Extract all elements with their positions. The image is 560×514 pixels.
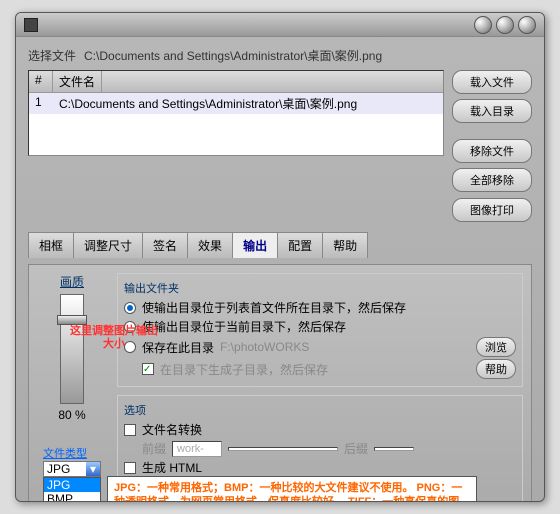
path-value: C:\Documents and Settings\Administrator\… [84, 47, 382, 64]
file-list-header: # 文件名 [29, 71, 443, 93]
content: 选择文件 C:\Documents and Settings\Administr… [16, 37, 544, 501]
side-buttons: 载入文件 载入目录 移除文件 全部移除 [452, 70, 532, 192]
filetype-dropdown[interactable]: JPG BMP PNG TIFF [43, 477, 101, 501]
file-area: # 文件名 1 C:\Documents and Settings\Admini… [28, 70, 532, 192]
quality-label: 画质 [60, 273, 84, 290]
file-name: C:\Documents and Settings\Administrator\… [59, 95, 357, 112]
file-list[interactable]: # 文件名 1 C:\Documents and Settings\Admini… [28, 70, 444, 156]
tab-frame[interactable]: 相框 [28, 232, 74, 258]
tabs: 相框 调整尺寸 签名 效果 输出 配置 帮助 [28, 232, 532, 258]
prefix-input[interactable]: work- [172, 441, 222, 457]
titlebar [16, 13, 544, 37]
remove-all-button[interactable]: 全部移除 [452, 168, 532, 192]
opt-jpg[interactable]: JPG [44, 478, 100, 492]
filetype-label: 文件类型 [43, 445, 103, 461]
tab-help[interactable]: 帮助 [322, 232, 368, 258]
chk-subdir[interactable] [142, 363, 154, 375]
radio-listdir[interactable] [124, 302, 136, 314]
quality-percent: 80 % [58, 408, 85, 422]
main-column: 输出文件夹 使输出目录位于列表首文件所在目录下，然后保存 使输出目录位于当前目录… [117, 273, 523, 501]
suffix-input[interactable] [374, 447, 414, 451]
chk-html[interactable] [124, 462, 136, 474]
print-row: 图像打印 [28, 198, 532, 222]
tab-resize[interactable]: 调整尺寸 [73, 232, 143, 258]
quality-note: 这里调整图片输出大小 [69, 325, 159, 351]
maximize-button[interactable] [496, 16, 514, 34]
image-print-button[interactable]: 图像打印 [452, 198, 532, 222]
output-folder-title: 输出文件夹 [124, 280, 516, 296]
file-row[interactable]: 1 C:\Documents and Settings\Administrato… [29, 93, 443, 114]
app-window: 选择文件 C:\Documents and Settings\Administr… [15, 12, 545, 502]
path-row: 选择文件 C:\Documents and Settings\Administr… [28, 47, 532, 64]
col-name[interactable]: 文件名 [53, 71, 102, 92]
options-title: 选项 [124, 402, 516, 418]
filetype-select[interactable]: JPG▾ [43, 461, 101, 477]
custom-path: F:\photoWORKS [220, 340, 309, 354]
quality-column: 画质 这里调整图片输出大小 80 % 文件类型 JPG▾ JPG BMP PNG… [37, 273, 107, 501]
tab-sign[interactable]: 签名 [142, 232, 188, 258]
output-folder-group: 输出文件夹 使输出目录位于列表首文件所在目录下，然后保存 使输出目录位于当前目录… [117, 273, 523, 387]
remove-file-button[interactable]: 移除文件 [452, 139, 532, 163]
load-file-button[interactable]: 载入文件 [452, 70, 532, 94]
tab-config[interactable]: 配置 [277, 232, 323, 258]
load-dir-button[interactable]: 载入目录 [452, 99, 532, 123]
browse-button[interactable]: 浏览 [476, 337, 516, 357]
slider-handle[interactable] [57, 315, 87, 325]
number-input[interactable] [228, 447, 338, 451]
help-button[interactable]: 帮助 [476, 359, 516, 379]
file-num: 1 [35, 95, 59, 112]
window-controls [474, 16, 536, 34]
dropdown-arrow-icon[interactable]: ▾ [86, 462, 100, 476]
close-button[interactable] [518, 16, 536, 34]
opt-bmp[interactable]: BMP [44, 492, 100, 501]
app-icon [24, 18, 38, 32]
minimize-button[interactable] [474, 16, 492, 34]
filetype-column: 文件类型 JPG▾ JPG BMP PNG TIFF [43, 445, 103, 501]
format-tooltip: JPG：一种常用格式；BMP：一种比较的大文件建议不使用。 PNG：一种透明格式… [107, 476, 477, 501]
path-label: 选择文件 [28, 47, 76, 64]
col-num[interactable]: # [29, 71, 53, 92]
tab-output[interactable]: 输出 [232, 232, 278, 258]
tab-effect[interactable]: 效果 [187, 232, 233, 258]
output-panel: 画质 这里调整图片输出大小 80 % 文件类型 JPG▾ JPG BMP PNG… [28, 264, 532, 501]
chk-fname[interactable] [124, 424, 136, 436]
